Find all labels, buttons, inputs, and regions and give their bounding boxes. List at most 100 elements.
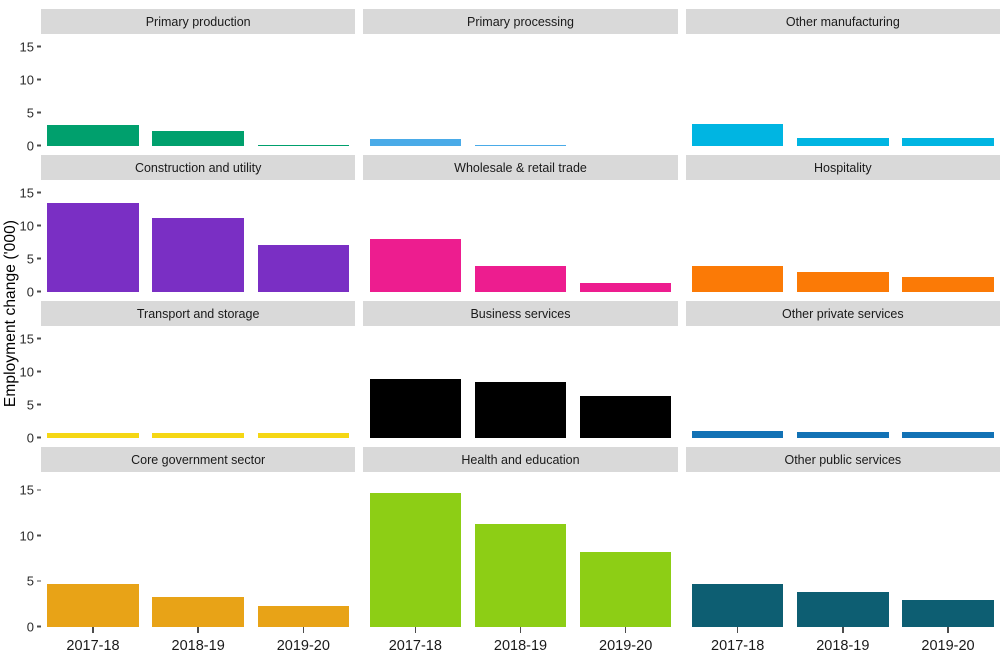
bar-2017-18[interactable]	[369, 379, 462, 438]
bar-2017-18[interactable]	[369, 492, 462, 627]
bar-2018-19[interactable]	[152, 217, 244, 292]
facet-panel	[41, 326, 356, 438]
bar-2019-20[interactable]	[579, 552, 672, 627]
bar-slot	[797, 180, 889, 292]
bar-slot	[152, 180, 244, 292]
bar-slot	[691, 180, 784, 292]
facet-construction-and-utility: Construction and utility	[41, 146, 356, 292]
bar-2017-18[interactable]	[47, 584, 139, 627]
y-axis-title: Employment change ('000)	[2, 219, 19, 408]
bar-slot	[474, 34, 567, 146]
x-tick-2019-20: 2019-20	[258, 627, 349, 667]
bar-slot	[152, 326, 244, 438]
facet-strip-label: Wholesale & retail trade	[363, 155, 678, 180]
bar-group	[691, 34, 994, 146]
faceted-bar-chart: Employment change ('000) Primary product…	[0, 0, 1000, 654]
bar-2019-20[interactable]	[257, 244, 350, 292]
bar-2019-20[interactable]	[579, 282, 672, 292]
bar-slot	[257, 326, 350, 438]
bar-slot	[474, 326, 567, 438]
facet-primary-production: Primary production	[41, 0, 356, 146]
facet-strip-label: Transport and storage	[41, 301, 356, 326]
x-tick-2017-18: 2017-18	[47, 627, 138, 667]
x-tick-mark	[842, 627, 844, 633]
bar-slot	[902, 326, 994, 438]
facet-primary-processing: Primary processing	[363, 0, 678, 146]
bar-slot	[691, 34, 784, 146]
x-tick-label: 2019-20	[921, 638, 975, 654]
bar-2019-20[interactable]	[902, 138, 994, 146]
bar-group	[369, 180, 672, 292]
facet-other-public-services: Other public services 2017-18 2018-19 2019-…	[685, 438, 1000, 654]
bar-slot	[152, 472, 244, 627]
facet-hospitality: Hospitality	[685, 146, 1000, 292]
plot-area	[686, 326, 1000, 438]
bar-2018-19[interactable]	[797, 138, 889, 146]
bar-2018-19[interactable]	[474, 523, 567, 627]
bar-slot	[47, 326, 139, 438]
facet-strip-label: Construction and utility	[41, 155, 356, 180]
facet-panel	[363, 180, 678, 292]
bar-group	[691, 180, 994, 292]
bar-slot	[902, 472, 994, 627]
x-tick-label: 2017-18	[66, 638, 120, 654]
bar-slot	[47, 180, 139, 292]
bar-2017-18[interactable]	[691, 265, 784, 292]
facet-strip-label: Core government sector	[41, 447, 356, 472]
facet-other-manufacturing: Other manufacturing	[685, 0, 1000, 146]
facet-panel	[41, 180, 356, 292]
bar-2018-19[interactable]	[797, 592, 889, 627]
bar-2019-20[interactable]	[579, 395, 672, 438]
facet-panel	[685, 326, 1000, 438]
bar-2019-20[interactable]	[902, 276, 994, 292]
bar-2018-19[interactable]	[474, 265, 567, 292]
facet-other-private-services: Other private services	[685, 292, 1000, 438]
plot-area	[363, 34, 677, 146]
x-tick-mark	[519, 627, 522, 633]
bar-slot	[797, 472, 889, 627]
bar-2019-20[interactable]	[902, 599, 994, 627]
bar-2018-19[interactable]	[152, 130, 244, 146]
bar-2017-18[interactable]	[691, 431, 784, 438]
bar-2019-20[interactable]	[257, 606, 350, 627]
plot-area: 2017-18 2018-19 2019-20	[363, 472, 677, 654]
bar-2017-18[interactable]	[369, 138, 462, 146]
bar-2017-18[interactable]	[47, 203, 139, 292]
bar-group	[369, 472, 672, 627]
bar-2017-18[interactable]	[691, 123, 784, 146]
x-tick-mark	[92, 627, 94, 633]
bar-2017-18[interactable]	[691, 584, 784, 627]
facet-panel	[685, 180, 1000, 292]
bar-2017-18[interactable]	[369, 239, 462, 292]
bar-slot	[257, 34, 350, 146]
facet-panel	[41, 34, 356, 146]
x-tick-label: 2018-19	[493, 638, 548, 654]
x-tick-2019-20: 2019-20	[902, 627, 993, 667]
bar-slot	[579, 180, 672, 292]
facet-transport-and-storage: Transport and storage	[41, 292, 356, 438]
x-tick-label: 2019-20	[599, 638, 653, 654]
facet-grid: Primary production Primary processing Othe…	[41, 0, 1000, 654]
bar-2017-18[interactable]	[47, 124, 139, 146]
x-tick-2017-18: 2017-18	[370, 627, 461, 667]
bar-slot	[474, 180, 567, 292]
x-axis: 2017-18 2018-19 2019-20	[370, 627, 672, 667]
bar-group	[47, 472, 350, 627]
plot-area	[41, 180, 355, 292]
bar-slot	[797, 34, 889, 146]
plot-area	[363, 326, 677, 438]
bar-slot	[580, 34, 671, 146]
facet-panel: 2017-18 2018-19 2019-20	[363, 472, 678, 654]
bar-slot	[474, 472, 567, 627]
bar-2018-19[interactable]	[797, 271, 889, 292]
bar-slot	[152, 34, 244, 146]
facet-panel: 2017-18 2018-19 2019-20	[41, 472, 356, 654]
bar-slot	[47, 34, 139, 146]
bar-slot	[797, 326, 889, 438]
bar-slot	[369, 34, 462, 146]
bar-group	[47, 34, 350, 146]
bar-2018-19[interactable]	[474, 382, 567, 438]
bar-group	[369, 34, 672, 146]
bar-2018-19[interactable]	[152, 596, 244, 627]
facet-strip-label: Primary production	[41, 9, 356, 34]
